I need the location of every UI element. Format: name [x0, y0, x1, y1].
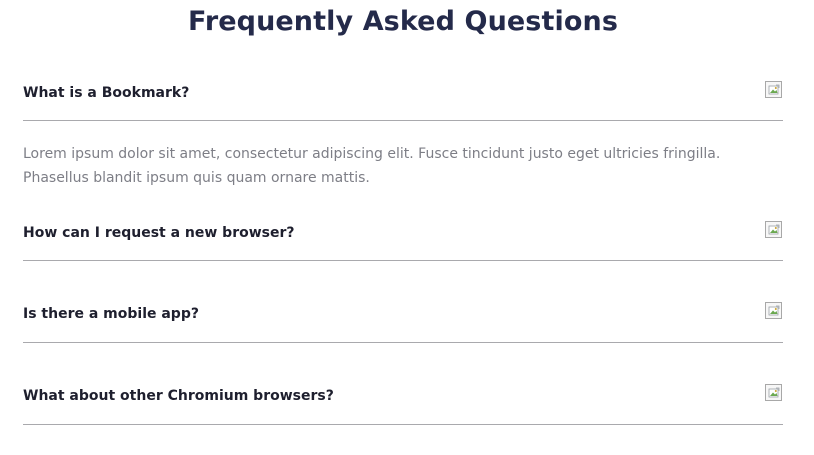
broken-image-icon[interactable] — [765, 81, 782, 98]
faq-page: Frequently Asked Questions What is a Boo… — [0, 0, 814, 455]
faq-question-bookmark[interactable]: What is a Bookmark? — [23, 67, 783, 120]
faq-answer-bookmark: Lorem ipsum dolor sit amet, consectetur … — [23, 146, 721, 186]
faq-question-chromium[interactable]: What about other Chromium browsers? — [23, 370, 783, 424]
faq-item-bookmark: What is a Bookmark? — [23, 67, 783, 121]
broken-image-icon[interactable] — [765, 384, 782, 401]
faq-question-request-browser[interactable]: How can I request a new browser? — [23, 207, 783, 260]
broken-image-icon[interactable] — [765, 302, 782, 319]
faq-item-mobile-app: Is there a mobile app? — [23, 288, 783, 343]
faq-list: What is a Bookmark? Lorem ipsum dolor si… — [23, 67, 783, 425]
faq-item-request-browser: How can I request a new browser? — [23, 207, 783, 261]
faq-item-chromium: What about other Chromium browsers? — [23, 370, 783, 425]
faq-question-text: Is there a mobile app? — [23, 306, 199, 322]
faq-question-text: What about other Chromium browsers? — [23, 388, 334, 404]
faq-question-text: How can I request a new browser? — [23, 224, 295, 241]
broken-image-icon[interactable] — [765, 221, 782, 238]
faq-question-mobile-app[interactable]: Is there a mobile app? — [23, 288, 783, 342]
faq-question-text: What is a Bookmark? — [23, 84, 190, 101]
page-title: Frequently Asked Questions — [188, 6, 618, 37]
